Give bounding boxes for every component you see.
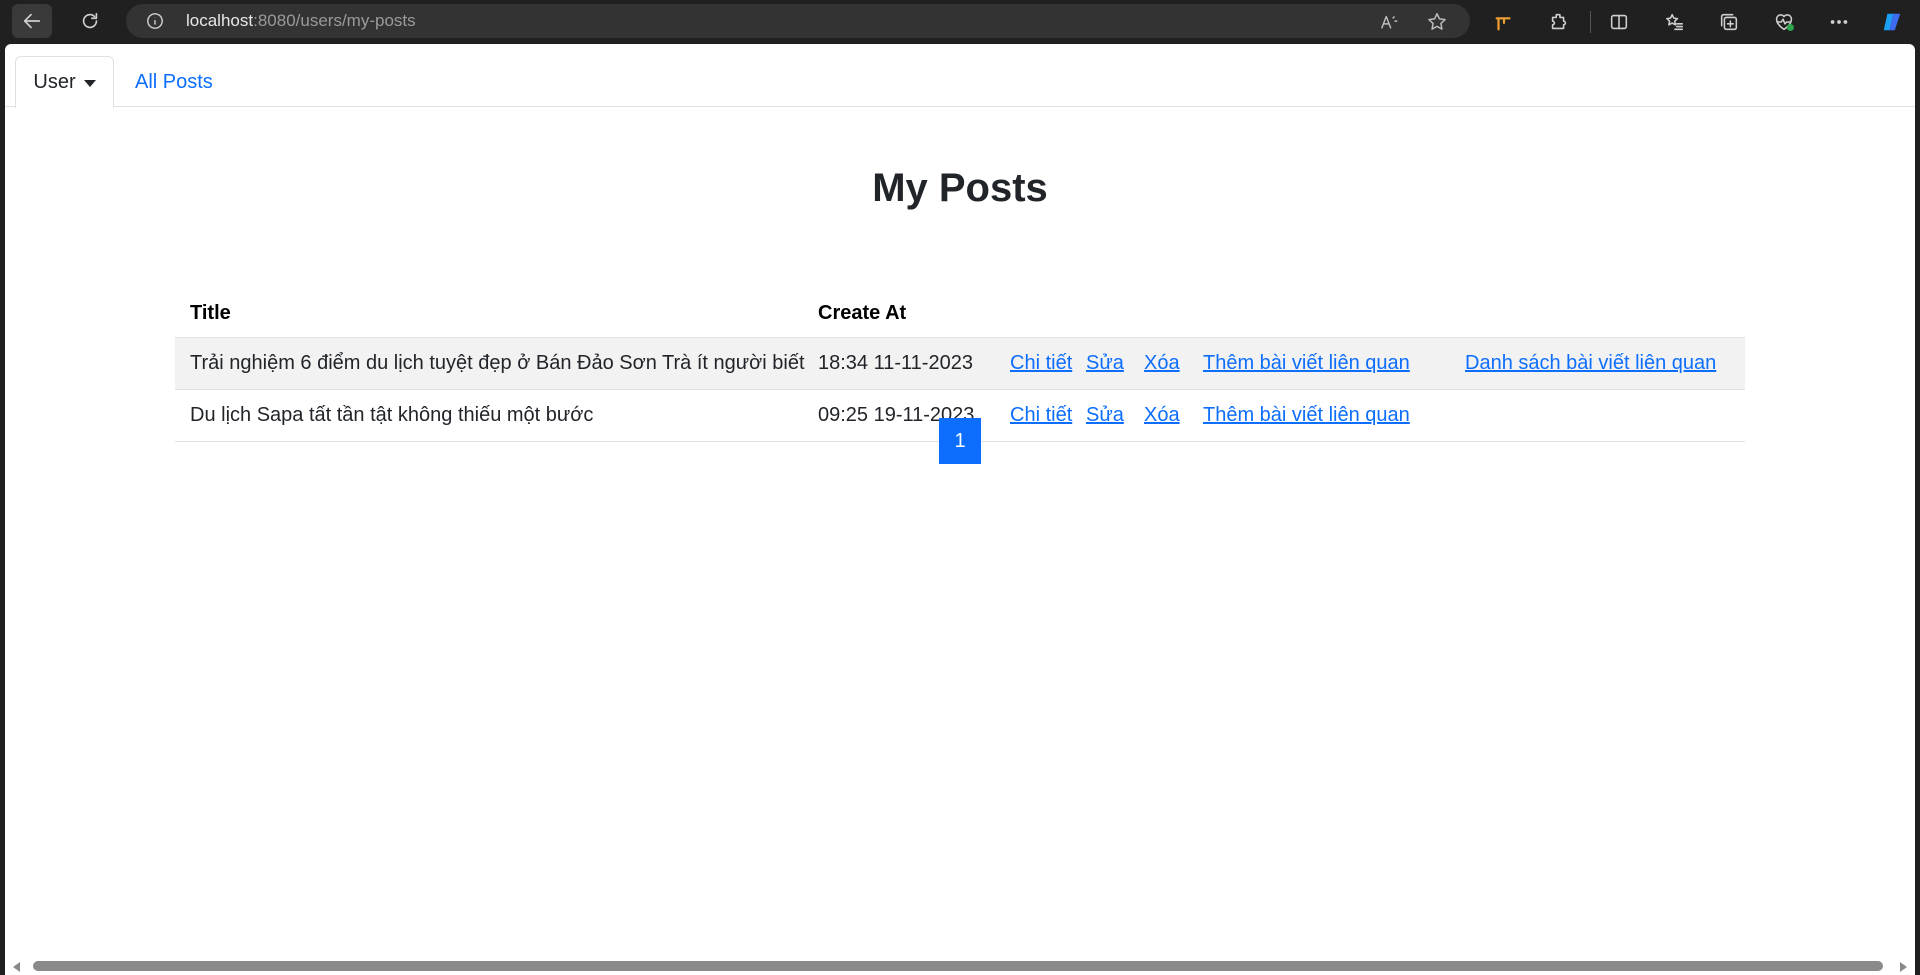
url-text[interactable]: localhost:8080/users/my-posts [186,4,416,38]
header-title: Title [190,302,231,324]
page-viewport: User All Posts My Posts Title Create At … [5,44,1915,957]
reload-button[interactable] [70,4,110,38]
pagination-page-button[interactable]: 1 [939,418,981,464]
edit-link[interactable]: Sửa [1086,338,1124,389]
all-posts-tab[interactable]: All Posts [135,56,213,108]
collections-icon[interactable] [1716,9,1742,35]
copilot-icon[interactable] [1879,9,1905,35]
reload-icon [82,12,98,29]
delete-link[interactable]: Xóa [1144,390,1180,441]
header-create-at: Create At [818,302,907,324]
back-arrow-icon [23,13,41,29]
post-title: Trải nghiệm 6 điểm du lịch tuyệt đẹp ở B… [190,352,805,374]
url-host: localhost [186,11,254,30]
edit-link[interactable]: Sửa [1086,390,1124,441]
horizontal-scrollbar[interactable] [5,957,1915,975]
site-info-icon[interactable] [146,12,164,30]
browser-essentials-icon[interactable] [1771,9,1797,35]
add-related-post-link[interactable]: Thêm bài viết liên quan [1203,390,1410,441]
detail-link[interactable]: Chi tiết [1010,338,1072,389]
user-tab-label: User [33,71,76,93]
browser-toolbar: localhost:8080/users/my-posts [0,0,1920,44]
url-path: :8080/users/my-posts [253,11,416,30]
post-created-at: 18:34 11-11-2023 [818,352,973,374]
related-posts-list-link[interactable]: Danh sách bài viết liên quan [1465,338,1716,389]
back-button[interactable] [12,4,52,38]
detail-link[interactable]: Chi tiết [1010,390,1072,441]
nav-tabs: User All Posts [5,44,1915,108]
more-options-icon[interactable] [1826,9,1852,35]
scroll-right-arrow-icon[interactable] [1900,962,1907,972]
scrollbar-thumb[interactable] [33,961,1883,971]
split-screen-icon[interactable] [1606,9,1632,35]
favorites-list-icon[interactable] [1661,9,1687,35]
caret-down-icon [83,80,96,87]
page-title: My Posts [872,166,1048,210]
table-header-row: Title Create At [175,292,1745,338]
table-row: Trải nghiệm 6 điểm du lịch tuyệt đẹp ở B… [175,338,1745,390]
user-dropdown-tab[interactable]: User [15,56,114,108]
favorite-star-icon[interactable] [1426,11,1448,33]
post-title: Du lịch Sapa tất tần tật không thiếu một… [190,404,594,426]
toolbar-separator [1590,11,1591,33]
extension-orange-icon[interactable] [1491,9,1517,35]
read-aloud-icon[interactable] [1378,11,1400,33]
scroll-left-arrow-icon[interactable] [13,962,20,972]
address-bar[interactable]: localhost:8080/users/my-posts [126,4,1470,38]
extensions-puzzle-icon[interactable] [1546,9,1572,35]
add-related-post-link[interactable]: Thêm bài viết liên quan [1203,338,1410,389]
delete-link[interactable]: Xóa [1144,338,1180,389]
